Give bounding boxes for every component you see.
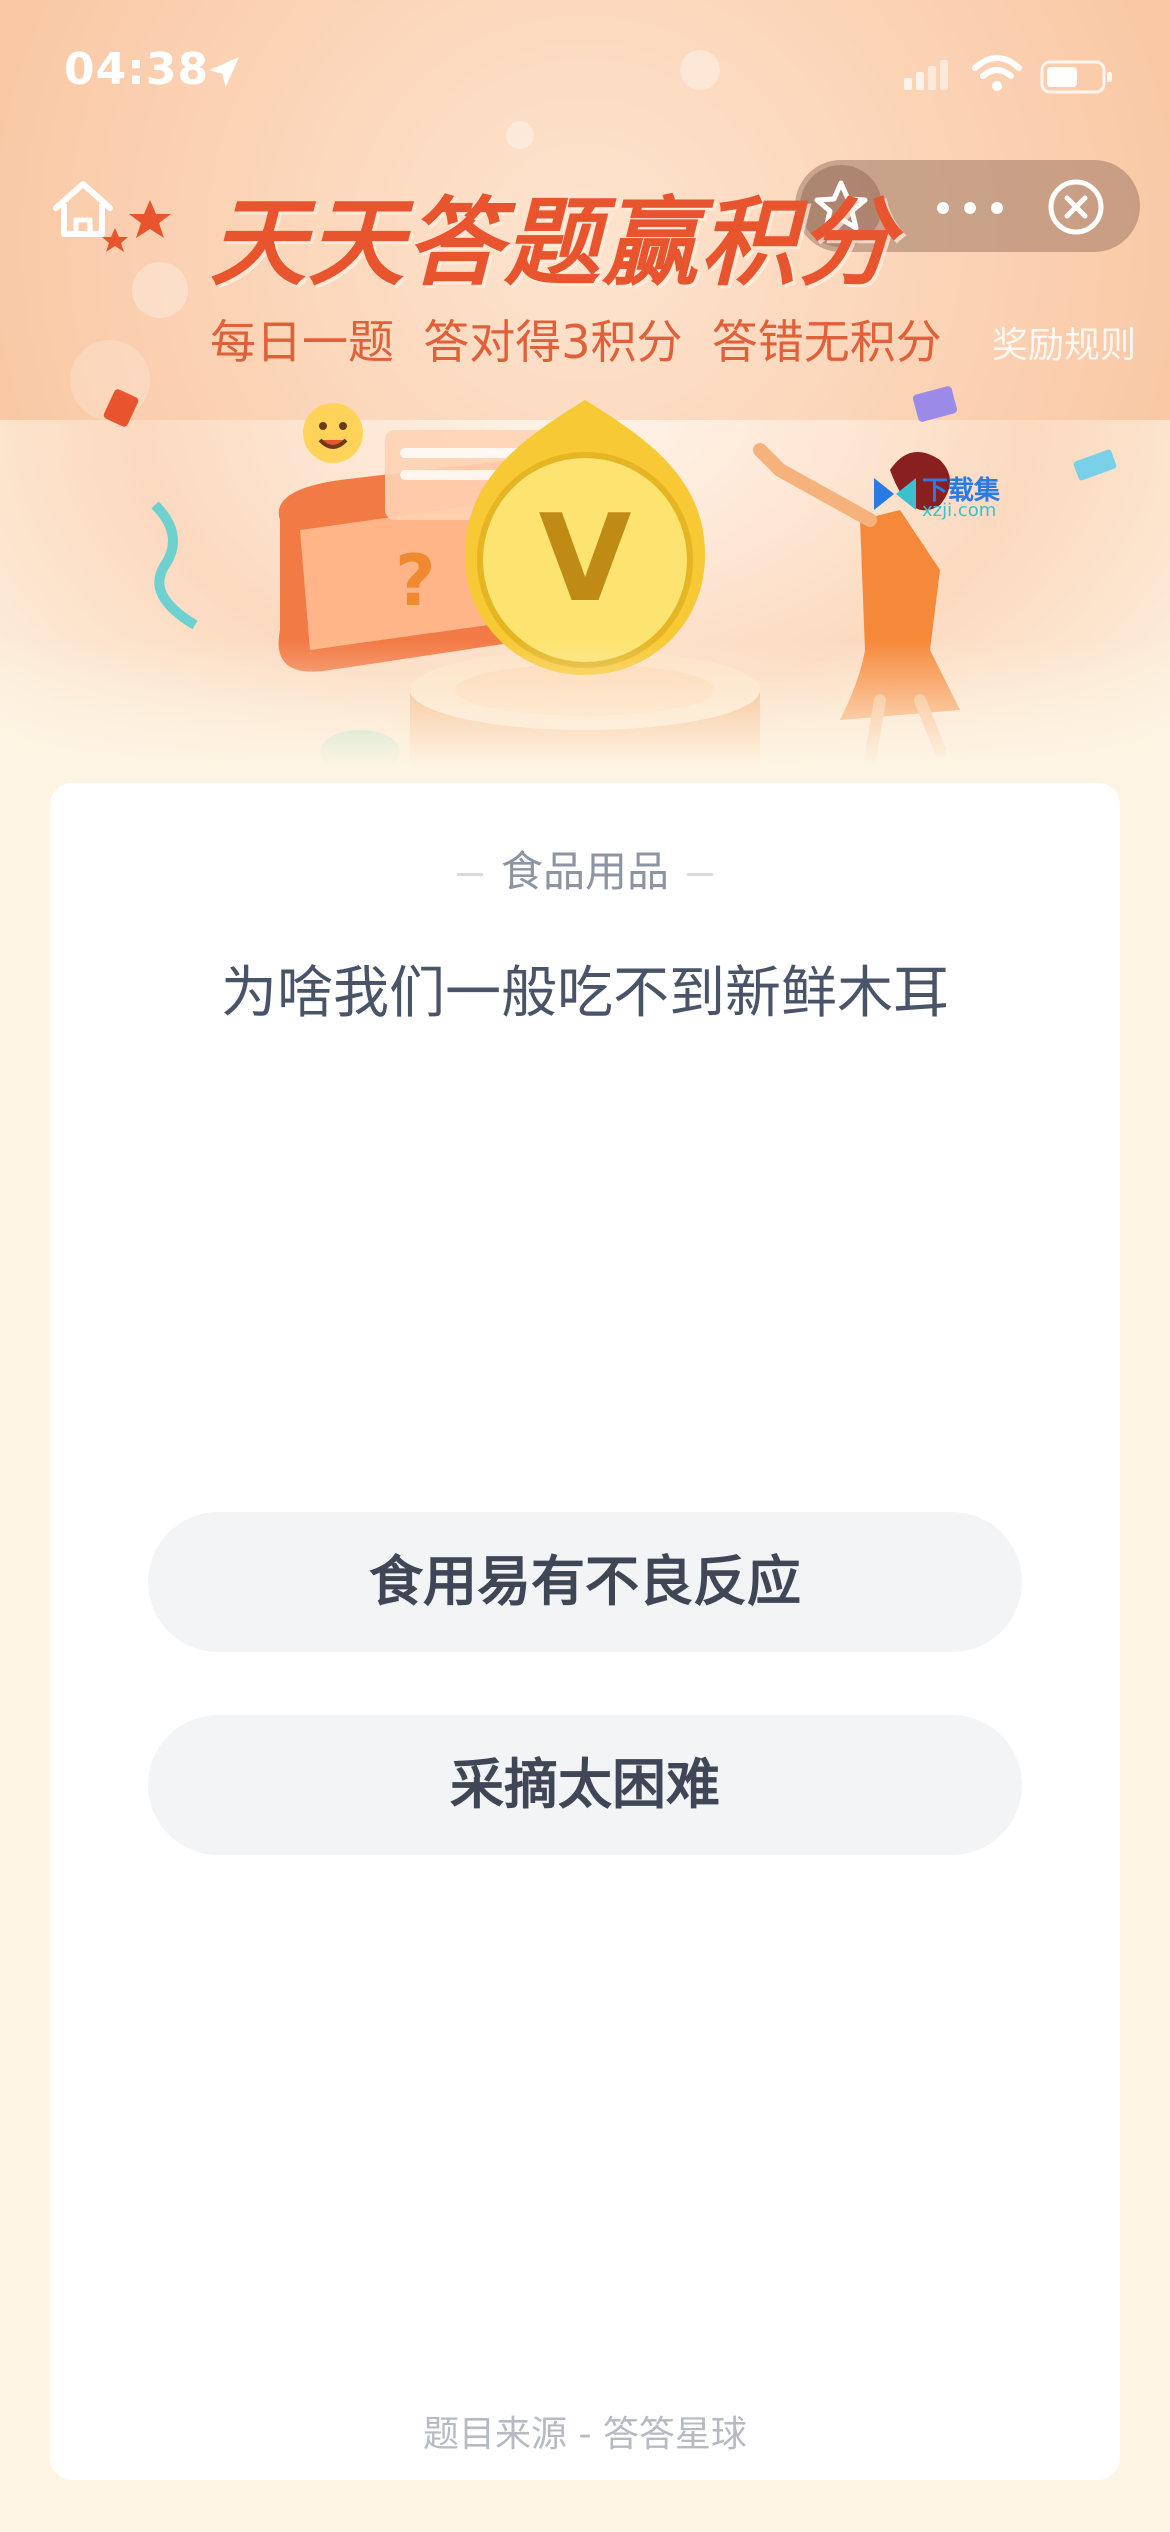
category-divider-right [687, 873, 713, 876]
banner-subtitle: 每日一题 答对得3积分 答错无积分 [210, 315, 942, 369]
category-divider-left [456, 873, 483, 876]
question-category: 食品用品 [0, 838, 1170, 899]
status-bar: 04:38 [0, 40, 1170, 110]
question-source: 题目来源 - 答答星球 [423, 2414, 747, 2455]
wifi-icon [972, 55, 1022, 91]
svg-text:?: ? [395, 540, 436, 622]
signal-icon [904, 60, 948, 90]
location-arrow-icon [209, 57, 239, 87]
watermark-icon [874, 478, 916, 510]
banner-title: 天天答题赢积分 [210, 187, 896, 299]
category-label: 食品用品 [500, 847, 669, 896]
answer-option-2[interactable]: 采摘太困难 [148, 1715, 1022, 1855]
battery-icon [1040, 60, 1112, 94]
reward-rules-link[interactable]: 奖励规则 [992, 316, 1136, 368]
question-text: 为啥我们一般吃不到新鲜木耳 [221, 961, 949, 1026]
home-icon[interactable] [50, 178, 116, 240]
status-time: 04:38 [64, 44, 210, 95]
hero-banner: ? V [0, 0, 1170, 800]
answer-option-1[interactable]: 食用易有不良反应 [148, 1512, 1022, 1652]
close-icon[interactable] [1045, 176, 1107, 238]
watermark-url: xzji.com [922, 500, 997, 521]
svg-text:V: V [539, 490, 632, 629]
hero-fade [0, 640, 1170, 800]
